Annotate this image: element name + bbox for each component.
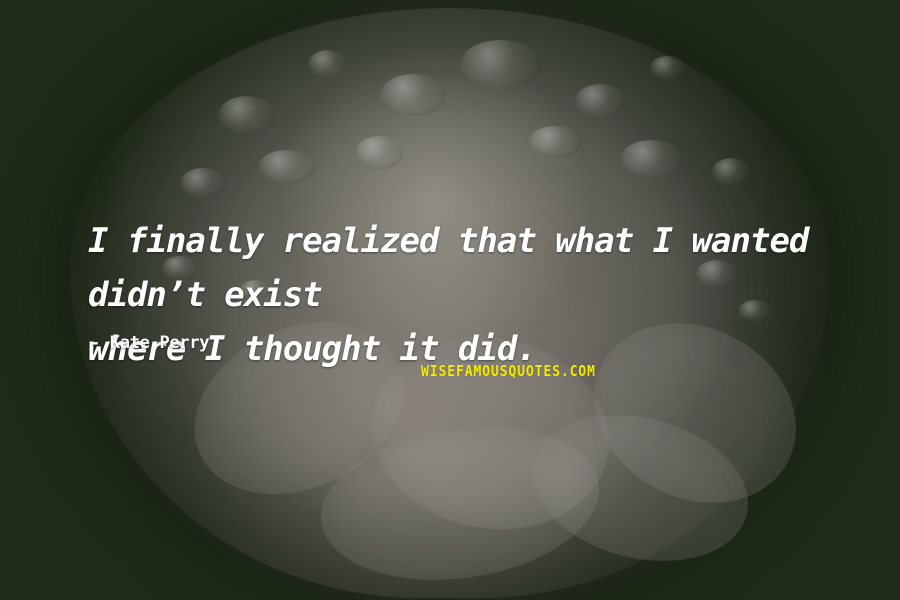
quote-line-1: I finally realized that what I wanted di… xyxy=(88,221,809,315)
water-droplet xyxy=(650,56,686,80)
quote-author: - Kate Perry xyxy=(90,333,210,353)
water-droplet xyxy=(528,126,582,158)
water-droplet xyxy=(308,50,348,78)
water-droplet xyxy=(355,136,403,170)
water-droplet xyxy=(180,168,226,198)
water-droplet xyxy=(712,158,750,186)
water-droplet xyxy=(380,74,446,116)
water-droplet xyxy=(218,96,276,134)
watermark-logo: WISEFAMOUSQUOTES.COM xyxy=(421,362,596,380)
water-droplet xyxy=(460,40,542,88)
water-droplet xyxy=(620,140,684,178)
water-droplet xyxy=(258,150,316,184)
water-droplet xyxy=(575,84,625,118)
